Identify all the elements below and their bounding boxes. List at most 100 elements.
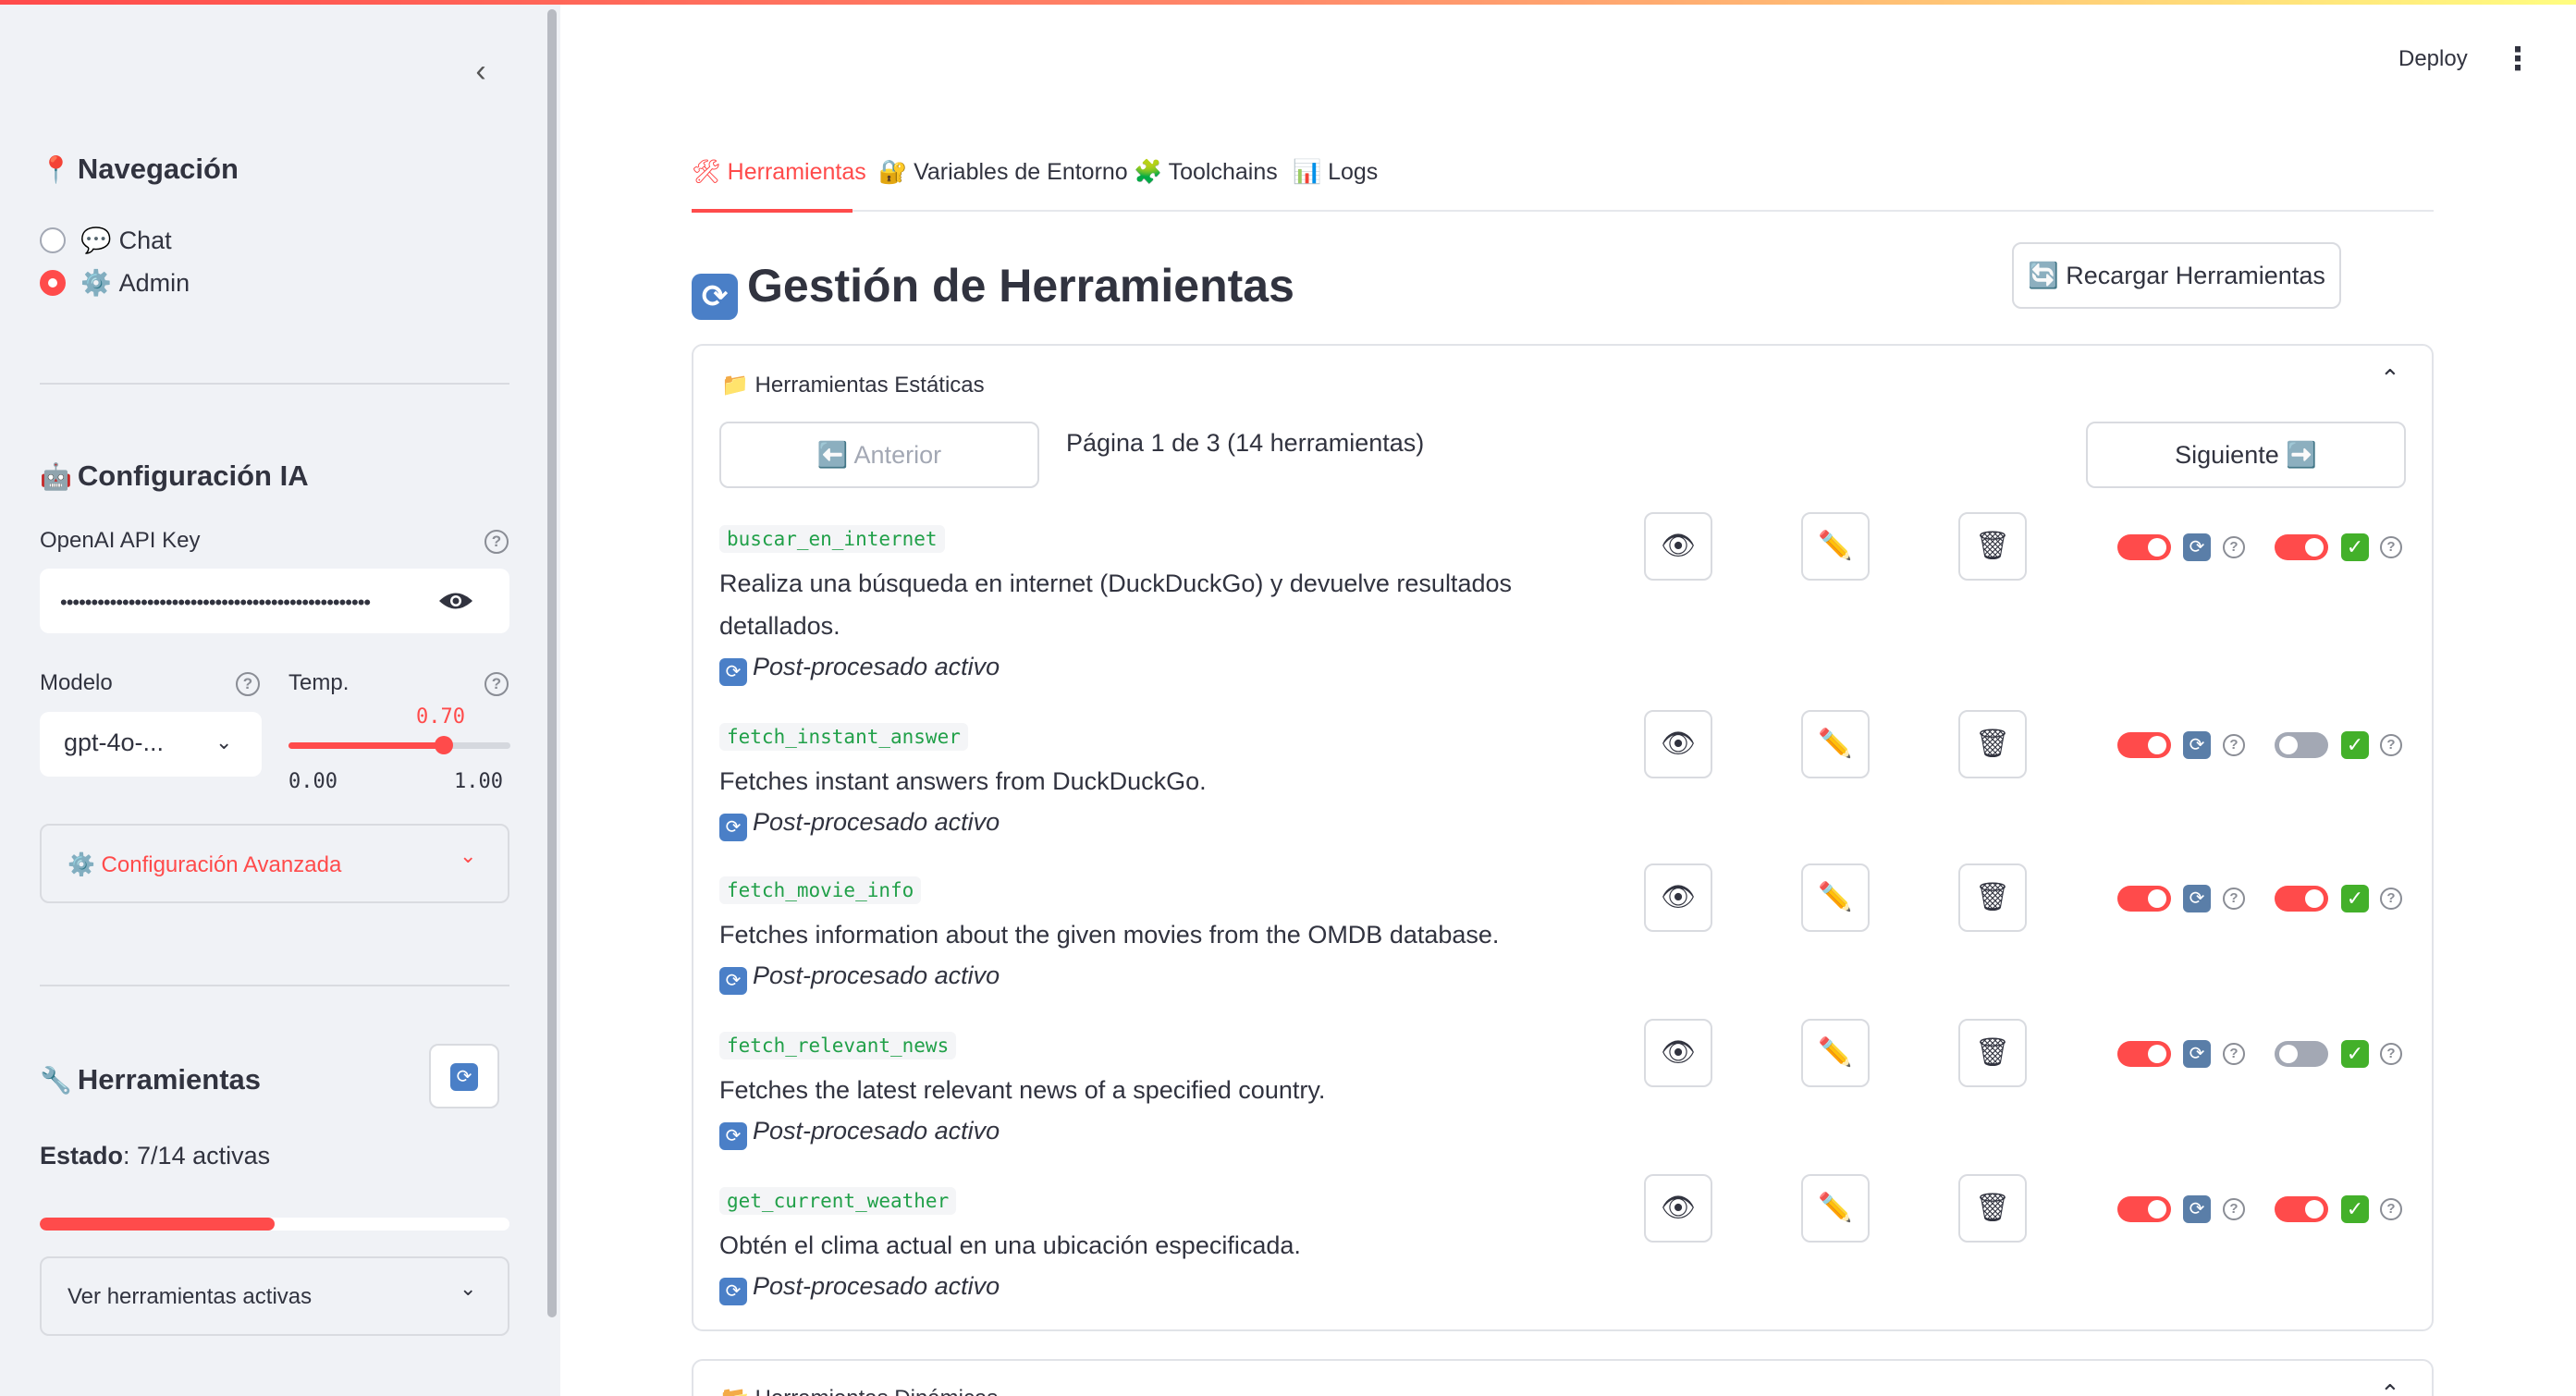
edit-tool-button[interactable]: ✏️: [1801, 1019, 1870, 1087]
model-label: Modelo: [40, 670, 113, 695]
refresh-icon: ⟳: [719, 814, 747, 841]
folder-icon: 📂: [721, 1386, 749, 1396]
model-select[interactable]: gpt-4o-... ⌄: [40, 712, 262, 777]
tool-description: Fetches information about the given movi…: [719, 921, 1500, 949]
previous-page-button[interactable]: ⬅️ Anterior: [719, 422, 1039, 488]
help-icon[interactable]: ?: [2223, 1043, 2245, 1065]
postprocess-label: Post-procesado activo: [753, 961, 1000, 989]
temp-slider-fill: [288, 742, 444, 749]
postprocess-label: Post-procesado activo: [753, 653, 1000, 680]
collapse-sidebar-icon[interactable]: ‹: [464, 53, 497, 90]
status-label: Estado: [40, 1142, 124, 1169]
tab-toolchains[interactable]: 🧩 Toolchains: [1134, 159, 1278, 186]
temp-value: 0.70: [416, 705, 465, 729]
enable-toggle[interactable]: [2117, 1196, 2171, 1222]
view-tool-button[interactable]: 👁: [1644, 512, 1712, 581]
view-tool-button[interactable]: 👁: [1644, 1174, 1712, 1243]
enable-toggle[interactable]: [2117, 534, 2171, 560]
postprocess-status: ⟳ Post-procesado activo: [719, 808, 1000, 841]
tab-logs[interactable]: 📊 Logs: [1293, 159, 1378, 186]
chevron-up-icon[interactable]: ⌃: [2380, 1379, 2400, 1396]
tool-description: Fetches instant answers from DuckDuckGo.: [719, 767, 1207, 795]
help-icon[interactable]: ?: [2223, 734, 2245, 756]
reload-tools-button[interactable]: 🔄 Recargar Herramientas: [2012, 242, 2341, 309]
temp-min: 0.00: [288, 770, 337, 793]
postprocess-toggle[interactable]: [2275, 1196, 2328, 1222]
postprocess-toggle[interactable]: [2275, 1041, 2328, 1067]
view-active-tools-expander[interactable]: Ver herramientas activas ⌄: [40, 1256, 509, 1336]
sidebar-scrollbar[interactable]: [547, 9, 557, 1317]
tool-description: Realiza una búsqueda en internet (DuckDu…: [719, 569, 1512, 640]
tools-progress-bar: [40, 1218, 509, 1231]
help-icon[interactable]: ?: [2223, 888, 2245, 910]
edit-tool-button[interactable]: ✏️: [1801, 512, 1870, 581]
tools-heading-text: Herramientas: [77, 1063, 262, 1096]
check-icon: ✓: [2341, 731, 2369, 759]
show-password-icon[interactable]: [437, 589, 474, 613]
tool-name: fetch_movie_info: [719, 876, 922, 904]
check-icon: ✓: [2341, 533, 2369, 561]
delete-tool-button[interactable]: 🗑: [1958, 1019, 2027, 1087]
tab-herramientas[interactable]: 🛠 Herramientas: [692, 159, 866, 186]
advanced-config-expander[interactable]: ⚙️ Configuración Avanzada ⌄: [40, 824, 509, 903]
postprocess-status: ⟳ Post-procesado activo: [719, 961, 1000, 995]
refresh-icon: ⟳: [719, 1122, 747, 1150]
radio-admin[interactable]: ⚙️ Admin: [40, 264, 190, 301]
help-icon[interactable]: ?: [2223, 536, 2245, 558]
deploy-button[interactable]: Deploy: [2398, 46, 2468, 72]
postprocess-status: ⟳ Post-procesado activo: [719, 1272, 1000, 1305]
postprocess-label: Post-procesado activo: [753, 1117, 1000, 1145]
chevron-down-icon: ⌄: [215, 730, 233, 753]
radio-circle-selected[interactable]: [40, 270, 66, 296]
help-icon[interactable]: ?: [2380, 536, 2402, 558]
check-icon: ✓: [2341, 1195, 2369, 1223]
chevron-up-icon[interactable]: ⌃: [2380, 364, 2400, 393]
postprocess-toggle[interactable]: [2275, 534, 2328, 560]
divider: [40, 383, 509, 385]
help-icon[interactable]: ?: [2380, 1198, 2402, 1220]
view-tool-button[interactable]: 👁: [1644, 710, 1712, 778]
view-tool-button[interactable]: 👁: [1644, 1019, 1712, 1087]
enable-toggle[interactable]: [2117, 886, 2171, 912]
temp-label: Temp.: [288, 670, 350, 695]
static-tools-header[interactable]: 📁 Herramientas Estáticas: [721, 372, 985, 398]
kebab-menu-icon[interactable]: ⋮: [2502, 41, 2533, 78]
enable-toggle[interactable]: [2117, 732, 2171, 758]
chevron-down-icon: ⌄: [460, 1277, 477, 1300]
delete-tool-button[interactable]: 🗑: [1958, 1174, 2027, 1243]
radio-chat[interactable]: 💬 Chat: [40, 222, 172, 259]
edit-tool-button[interactable]: ✏️: [1801, 710, 1870, 778]
help-icon[interactable]: ?: [2223, 1198, 2245, 1220]
help-icon[interactable]: ?: [236, 672, 260, 696]
status-text: Estado: 7/14 activas: [40, 1142, 270, 1170]
help-icon[interactable]: ?: [485, 672, 509, 696]
delete-tool-button[interactable]: 🗑: [1958, 512, 2027, 581]
dynamic-tools-header[interactable]: 📂 Herramientas Dinámicas: [721, 1385, 998, 1396]
help-icon[interactable]: ?: [485, 530, 509, 554]
postprocess-toggle[interactable]: [2275, 732, 2328, 758]
temp-max: 1.00: [454, 770, 503, 793]
help-icon[interactable]: ?: [2380, 888, 2402, 910]
refresh-icon: ⟳: [719, 1278, 747, 1305]
help-icon[interactable]: ?: [2380, 734, 2402, 756]
tab-variables-entorno[interactable]: 🔐 Variables de Entorno: [878, 159, 1128, 186]
help-icon[interactable]: ?: [2380, 1043, 2402, 1065]
temp-slider-thumb[interactable]: [435, 736, 453, 754]
enable-toggle[interactable]: [2117, 1041, 2171, 1067]
view-tool-button[interactable]: 👁: [1644, 863, 1712, 932]
refresh-icon: ⟳: [719, 967, 747, 995]
model-select-value: gpt-4o-...: [64, 729, 165, 756]
refresh-tools-button[interactable]: ⟳: [429, 1044, 499, 1108]
next-page-button[interactable]: Siguiente ➡️: [2086, 422, 2406, 488]
page-title-text: Gestión de Herramientas: [747, 260, 1294, 312]
temp-slider[interactable]: [288, 736, 510, 754]
sync-icon: ⟳: [2183, 885, 2211, 912]
postprocess-toggle[interactable]: [2275, 886, 2328, 912]
edit-tool-button[interactable]: ✏️: [1801, 1174, 1870, 1243]
edit-tool-button[interactable]: ✏️: [1801, 863, 1870, 932]
delete-tool-button[interactable]: 🗑: [1958, 863, 2027, 932]
api-key-input[interactable]: ••••••••••••••••••••••••••••••••••••••••…: [40, 569, 509, 633]
delete-tool-button[interactable]: 🗑: [1958, 710, 2027, 778]
tool-description: Fetches the latest relevant news of a sp…: [719, 1076, 1326, 1104]
radio-circle[interactable]: [40, 227, 66, 253]
